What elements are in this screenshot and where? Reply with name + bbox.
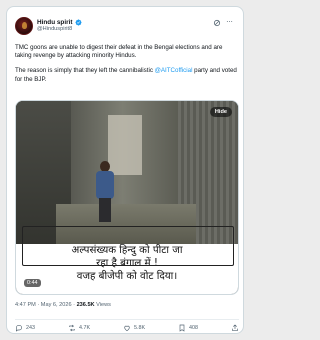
tweet-meta: 4:47 PM · May 6, 2026 · 236.5K Views <box>15 302 111 308</box>
tweet-paragraph-2: The reason is simply that they left the … <box>15 67 239 83</box>
verified-badge-icon <box>75 19 82 25</box>
video-caption: अल्पसंख्यक हिन्दु को पीटा जा रहा है बंगा… <box>16 244 238 294</box>
tweet-text-segment: The reason is simply that they left the … <box>15 67 155 75</box>
tweet-paragraph-1: TMC goons are unable to digest their def… <box>15 44 223 60</box>
views-button[interactable]: 408 <box>178 324 198 332</box>
repost-button[interactable]: 4.7K <box>68 324 90 332</box>
reply-button[interactable]: 243 <box>15 324 35 332</box>
repost-count: 4.7K <box>78 324 91 331</box>
grok-icon[interactable] <box>213 19 221 27</box>
bookmark-count: 408 <box>189 324 199 331</box>
repost-icon <box>69 324 75 331</box>
share-icon <box>232 324 238 331</box>
more-options-icon[interactable]: ··· <box>226 18 235 27</box>
caption-line: रहा है बंगाल में ! <box>16 257 238 270</box>
tweet-header: Hindu spirit @Hinduspirit8 ··· <box>15 17 235 39</box>
caption-line: अल्पसंख्यक हिन्दु को पीटा जा <box>16 244 238 257</box>
tweet-text: TMC goons are unable to digest their def… <box>15 44 239 91</box>
view-count: 236.5K <box>76 302 95 308</box>
action-bar: 243 4.7K 5.8K 408 <box>15 319 239 332</box>
user-handle[interactable]: @Hinduspirit8 <box>37 26 72 32</box>
heart-icon <box>124 325 130 331</box>
reply-count: 243 <box>26 324 35 331</box>
avatar[interactable] <box>15 17 33 35</box>
share-button[interactable] <box>231 324 239 332</box>
video-player[interactable]: Hide अल्पसंख्यक हिन्दु को पीटा जा रहा है… <box>15 100 239 295</box>
video-timer: 0:44 <box>24 279 41 287</box>
mention-link[interactable]: @AITCofficial <box>155 67 193 74</box>
bookmark-icon <box>179 324 185 332</box>
video-frame <box>16 101 238 244</box>
tweet-card: Hindu spirit @Hinduspirit8 ··· TMC goons… <box>6 6 244 334</box>
views-label: Views <box>94 302 111 308</box>
timestamp[interactable]: 4:47 PM · May 6, 2026 · <box>15 302 77 308</box>
reply-icon <box>16 324 23 332</box>
like-count: 5.8K <box>134 324 146 331</box>
hide-button[interactable]: Hide <box>209 107 232 117</box>
caption-line: वजह बीजेपी को वोट दिया। <box>16 270 238 283</box>
like-button[interactable]: 5.8K <box>123 324 145 332</box>
